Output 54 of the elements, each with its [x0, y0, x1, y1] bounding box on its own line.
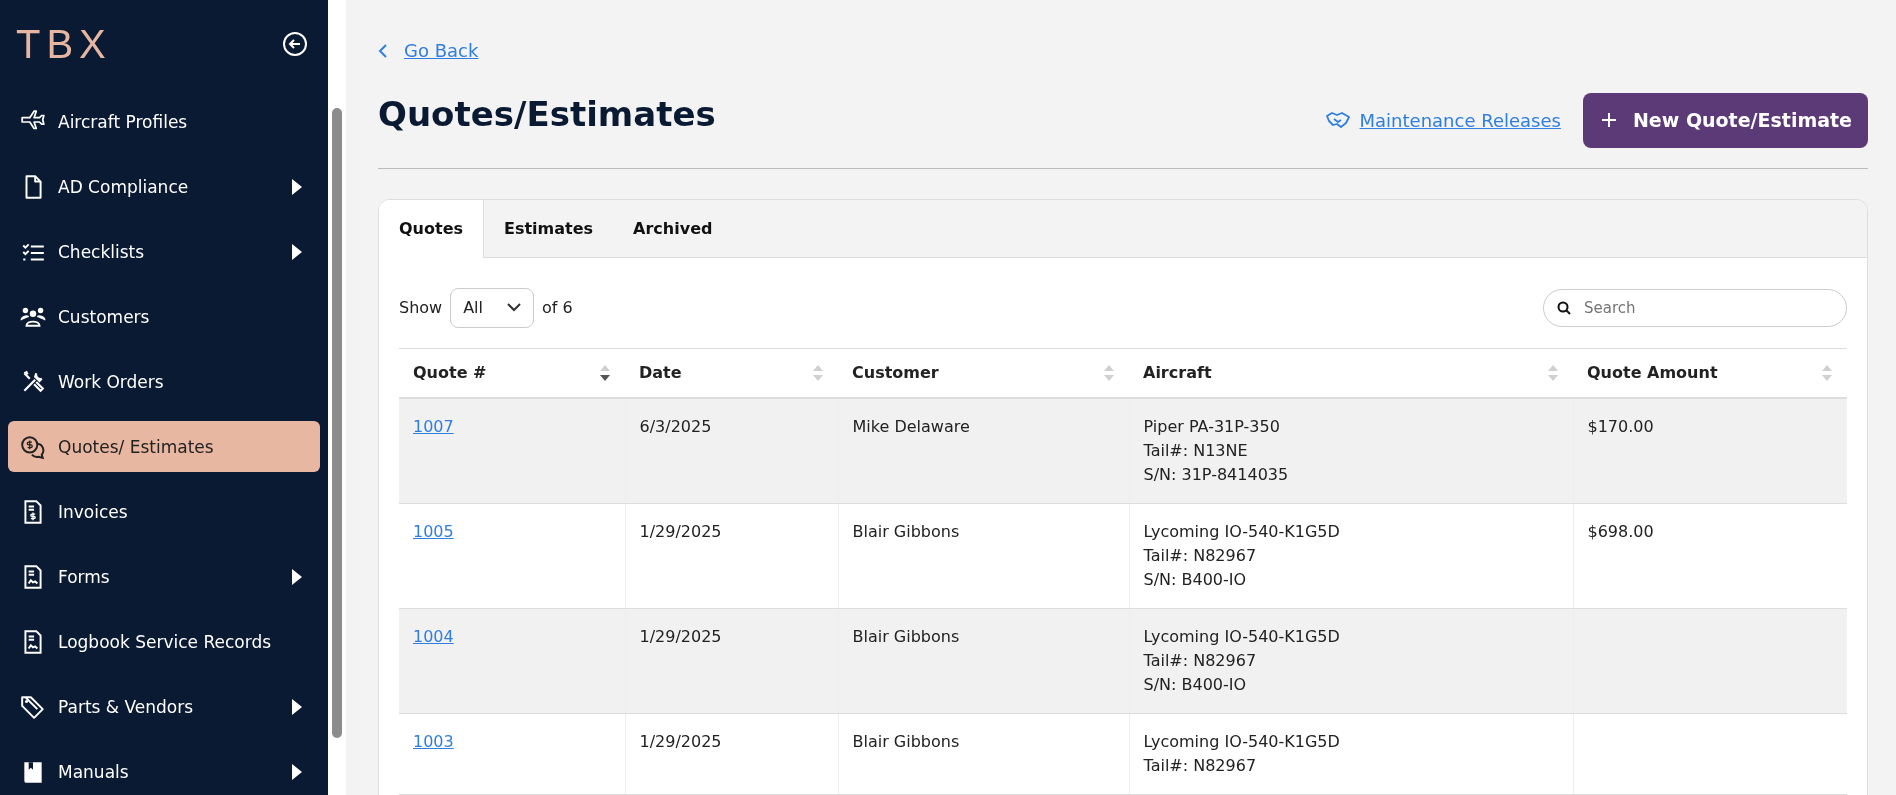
- table-cell: Blair Gibbons: [838, 608, 1129, 713]
- nav-item[interactable]: Quotes/ Estimates: [8, 421, 320, 472]
- aircraft-cell: Piper PA-31P-350 Tail#: N13NE S/N: 31P-8414035: [1129, 397, 1573, 503]
- nav-item[interactable]: Forms: [8, 551, 320, 602]
- nav-item[interactable]: AD Compliance: [8, 161, 320, 212]
- maintenance-releases-link[interactable]: Maintenance Releases: [1359, 109, 1561, 131]
- column-header[interactable]: Aircraft: [1129, 348, 1573, 398]
- aircraft-cell: Lycoming IO-540-K1G5D Tail#: N82967 S/N: B400-IO: [1129, 608, 1573, 713]
- tab[interactable]: Archived: [613, 199, 733, 257]
- column-header[interactable]: Date: [625, 348, 838, 398]
- logo: TBX: [16, 24, 112, 64]
- tab[interactable]: Quotes: [379, 199, 484, 258]
- table-cell: Mike Delaware: [838, 397, 1129, 503]
- nav-item[interactable]: Work Orders: [8, 356, 320, 407]
- tag-icon: [20, 693, 46, 720]
- collapse-sidebar-icon[interactable]: [282, 31, 308, 57]
- table-cell: 6/3/2025: [625, 397, 838, 503]
- new-quote-button[interactable]: New Quote/Estimate: [1582, 92, 1868, 148]
- chat-bubbles-icon: [20, 433, 46, 460]
- aircraft-cell: Lycoming IO-540-K1G5D Tail#: N82967: [1129, 713, 1573, 794]
- nav-item[interactable]: Invoices: [8, 486, 320, 537]
- nav-item[interactable]: Logbook Service Records: [8, 616, 320, 667]
- handshake-icon: [1325, 111, 1350, 129]
- nav-item[interactable]: Customers: [8, 291, 320, 342]
- quote-number-link[interactable]: 1004: [413, 626, 454, 646]
- page-title: Quotes/Estimates: [378, 94, 716, 134]
- table-cell: 1/29/2025: [625, 713, 838, 794]
- column-header[interactable]: Customer: [838, 348, 1129, 398]
- column-header[interactable]: Quote #: [399, 348, 625, 398]
- search-field[interactable]: Search: [1543, 288, 1847, 327]
- quote-number-link[interactable]: 1003: [413, 731, 454, 751]
- show-label: Show: [399, 298, 443, 317]
- plus-icon: [1600, 112, 1617, 128]
- table-cell: Blair Gibbons: [838, 503, 1129, 608]
- table-cell: 1/29/2025: [625, 608, 838, 713]
- aircraft-cell: Lycoming IO-540-K1G5D Tail#: N82967 S/N: B400-IO: [1129, 503, 1573, 608]
- chevron-down-icon: [507, 303, 521, 312]
- amount-cell: $170.00: [1573, 397, 1847, 503]
- column-header[interactable]: Quote Amount: [1573, 348, 1847, 398]
- table-cell: 1/29/2025: [625, 503, 838, 608]
- nav-item[interactable]: Parts & Vendors: [8, 681, 320, 732]
- go-back-link[interactable]: Go Back: [378, 40, 479, 61]
- nav-item[interactable]: Manuals: [8, 746, 320, 795]
- page-size-select[interactable]: All: [450, 287, 534, 328]
- search-icon: [1557, 300, 1571, 315]
- nav-item[interactable]: Aircraft Profiles: [8, 96, 320, 147]
- amount-cell: $698.00: [1573, 503, 1847, 608]
- tab[interactable]: Estimates: [484, 199, 614, 257]
- table-cell: Blair Gibbons: [838, 713, 1129, 794]
- nav-item[interactable]: Checklists: [8, 226, 320, 277]
- quote-number-link[interactable]: 1005: [413, 521, 454, 541]
- chevron-left-icon: [378, 42, 388, 59]
- record-count: of 6: [542, 298, 573, 317]
- quote-number-link[interactable]: 1007: [413, 416, 454, 436]
